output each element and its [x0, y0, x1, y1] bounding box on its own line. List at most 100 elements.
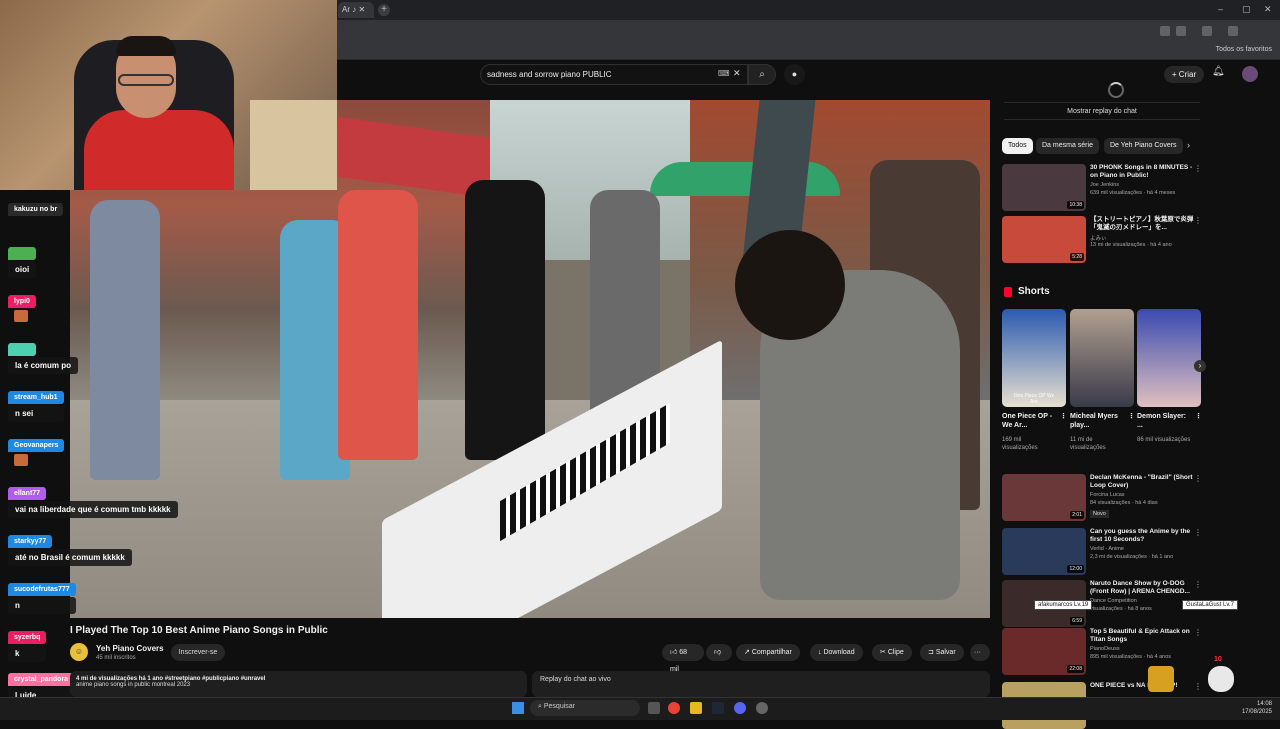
profile-icon[interactable]	[1228, 26, 1238, 36]
short-thumbnail[interactable]: One Piece OP We Are	[1002, 309, 1066, 407]
save-label: Salvar	[935, 649, 956, 656]
cast-icon[interactable]	[1160, 26, 1170, 36]
chat-username: sucodefrutas777	[8, 583, 76, 596]
clip-label: Clipe	[887, 649, 904, 656]
video-thumbnail[interactable]: 5:28	[1002, 216, 1086, 263]
like-button[interactable]: 👍︎ 68 mil	[662, 644, 704, 673]
keyboard-icon[interactable]: ⌨	[718, 69, 730, 78]
star-icon[interactable]	[1176, 26, 1186, 36]
taskbar-search[interactable]: ⌕ Pesquisar	[530, 700, 640, 716]
chip-from-channel[interactable]: De Yeh Piano Covers	[1104, 138, 1183, 154]
recommended-channel[interactable]: Forcina Lucas	[1090, 492, 1125, 498]
recommended-title[interactable]: Declan McKenna - "Brazil" (Short Loop Co…	[1090, 474, 1198, 490]
video-thumbnail[interactable]: 10:38	[1002, 164, 1086, 211]
search-input[interactable]: sadness and sorrow piano PUBLIC	[480, 64, 748, 85]
duration-badge: 10:38	[1067, 201, 1084, 209]
description-box[interactable]: 4 mi de visualizações há 1 ano #streetpi…	[70, 671, 527, 697]
share-button[interactable]: ↗ Compartilhar	[736, 644, 800, 661]
more-options-icon[interactable]: ⋮	[1194, 580, 1202, 589]
recommended-title[interactable]: 【ストリートピアノ】秋葉原で炎弾「鬼滅の刃メドレー」を...	[1090, 216, 1198, 232]
recommended-title[interactable]: Can you guess the Anime by the first 10 …	[1090, 528, 1198, 544]
webcam-glasses	[118, 74, 174, 86]
close-window-button[interactable]: ✕	[1264, 4, 1272, 15]
system-clock[interactable]: 14:08 17/08/2025	[1242, 700, 1272, 716]
clear-search-icon[interactable]: ✕	[733, 68, 741, 79]
task-view-icon[interactable]	[648, 702, 660, 714]
short-title[interactable]: One Piece OP - We Ar...	[1002, 412, 1058, 430]
more-options-icon[interactable]: ⋮	[1194, 216, 1202, 225]
chip-all[interactable]: Todos	[1002, 138, 1033, 154]
account-avatar[interactable]	[1242, 66, 1258, 82]
short-title[interactable]: Demon Slayer: ...	[1137, 412, 1193, 430]
short-more-icon[interactable]: ⋮	[1195, 412, 1203, 421]
more-options-icon[interactable]: ⋮	[1194, 628, 1202, 637]
clock-date: 17/08/2025	[1241, 709, 1272, 715]
recommended-channel[interactable]: Dance Competition	[1090, 598, 1137, 604]
webcam-shirt	[84, 110, 234, 190]
steam-icon[interactable]	[712, 702, 724, 714]
clip-button[interactable]: ✂ Clipe	[872, 644, 912, 661]
browser-tab[interactable]: Ar ♪ ✕	[338, 2, 374, 18]
maximize-button[interactable]: ▢	[1242, 4, 1251, 15]
search-button[interactable]: ⌕	[748, 64, 776, 85]
chevron-right-icon[interactable]: ›	[1187, 140, 1190, 150]
channel-name[interactable]: Yeh Piano Covers	[96, 644, 164, 653]
duration-badge: 22:08	[1067, 665, 1084, 673]
more-actions-button[interactable]: ···	[970, 644, 990, 661]
video-thumbnail[interactable]: 2:01	[1002, 474, 1086, 521]
recommended-title[interactable]: Top 5 Beautiful & Epic Attack on Titan S…	[1090, 628, 1198, 644]
notifications-bell-icon[interactable]: 🔔︎	[1212, 66, 1225, 77]
short-thumbnail[interactable]	[1070, 309, 1134, 407]
recommended-title[interactable]: Naruto Dance Show by O-DOG (Front Row) |…	[1090, 580, 1198, 596]
download-label: Download	[823, 649, 855, 656]
duration-badge: 12:00	[1067, 565, 1084, 573]
short-title[interactable]: Micheal Myers play...	[1070, 412, 1126, 430]
short-more-icon[interactable]: ⋮	[1128, 412, 1136, 421]
windows-start-icon[interactable]	[512, 702, 524, 714]
save-button[interactable]: ⊐ Salvar	[920, 644, 964, 661]
video-thumbnail[interactable]: 12:00	[1002, 528, 1086, 575]
search-icon: ⌕	[759, 69, 765, 80]
more-options-icon[interactable]: ⋮	[1194, 164, 1202, 173]
channel-avatar[interactable]: ☺	[70, 643, 88, 661]
short-more-icon[interactable]: ⋮	[1060, 412, 1068, 421]
recommended-channel[interactable]: よみぃ	[1090, 234, 1107, 242]
chat-username: lypi0	[8, 295, 36, 308]
share-label: Compartilhar	[751, 649, 792, 656]
live-chat-replay-panel[interactable]: Replay do chat ao vivo	[532, 671, 990, 697]
chat-username-badge	[8, 343, 36, 356]
more-options-icon[interactable]: ⋮	[1194, 474, 1202, 483]
recommended-channel[interactable]: Joe Jenkins	[1090, 182, 1119, 188]
short-thumbnail[interactable]	[1137, 309, 1201, 407]
recommended-title[interactable]: ONE PIECE vs NA MASHUP!	[1090, 682, 1198, 690]
recommended-channel[interactable]: PianoDeuss	[1090, 646, 1120, 652]
new-tab-button[interactable]: +	[378, 4, 390, 16]
discord-icon[interactable]	[734, 702, 746, 714]
video-scene-pianist-head	[735, 230, 845, 340]
more-options-icon[interactable]: ⋮	[1194, 682, 1202, 691]
chip-same-series[interactable]: Da mesma série	[1036, 138, 1099, 154]
voice-search-icon[interactable]: ●	[784, 64, 805, 85]
all-bookmarks-link[interactable]: Todos os favoritos	[1216, 46, 1272, 53]
more-options-icon[interactable]: ⋮	[1194, 528, 1202, 537]
create-button[interactable]: + Criar	[1164, 66, 1204, 83]
chat-username-badge	[8, 247, 36, 260]
chrome-icon[interactable]	[668, 702, 680, 714]
minimize-button[interactable]: –	[1218, 4, 1223, 14]
file-explorer-icon[interactable]	[690, 702, 702, 714]
extensions-icon[interactable]	[1202, 26, 1212, 36]
show-chat-replay-button[interactable]: Mostrar replay do chat	[1004, 102, 1200, 120]
video-thumbnail[interactable]: 22:08	[1002, 628, 1086, 675]
download-button[interactable]: ↓ Download	[810, 644, 863, 661]
recommended-title[interactable]: 30 PHONK Songs in 8 MINUTES - on Piano i…	[1090, 164, 1198, 180]
close-tab-icon[interactable]: ✕	[358, 5, 365, 14]
chat-emote-icon	[14, 310, 28, 322]
shorts-next-icon[interactable]: ›	[1194, 360, 1206, 372]
stream-chat-message: oioi	[8, 242, 37, 278]
recommended-channel[interactable]: Verlid - Anime	[1090, 546, 1124, 552]
chat-message-text: n	[8, 597, 76, 614]
app-icon[interactable]	[756, 702, 768, 714]
dislike-button[interactable]: 👎︎	[706, 644, 732, 661]
webcam-overlay	[0, 0, 337, 190]
subscribe-button[interactable]: Inscrever-se	[171, 644, 225, 661]
